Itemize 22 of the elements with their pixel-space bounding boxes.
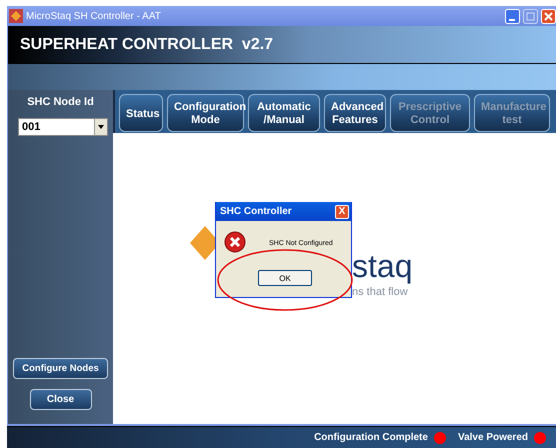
configure-nodes-button[interactable]: Configure Nodes (13, 358, 108, 379)
minimize-icon[interactable] (505, 8, 520, 24)
tab[interactable]: Status (119, 94, 163, 132)
logo-tagline: ns that flow (352, 286, 408, 298)
dialog-title: SHC Controller (220, 206, 292, 217)
close-button[interactable]: Close (30, 389, 92, 410)
tab[interactable]: Advanced Features (324, 94, 386, 132)
window-title: MicroStaq SH Controller - AAT (26, 10, 162, 22)
error-icon (224, 231, 246, 253)
node-id-dropdown[interactable]: 001 (18, 118, 108, 136)
tab[interactable]: Configuration Mode (167, 94, 244, 132)
app-icon (9, 9, 23, 23)
close-icon[interactable] (541, 8, 556, 24)
node-id-label: SHC Node Id (27, 96, 94, 108)
dropdown-arrow-icon (98, 125, 104, 129)
logo-wordmark: staq (352, 249, 412, 283)
status-label: Valve Powered (458, 432, 528, 443)
app-header-title: SUPERHEAT CONTROLLER v2.7 (19, 36, 274, 54)
tab[interactable]: Automatic /Manual (248, 94, 320, 132)
status-label: Configuration Complete (314, 432, 428, 443)
ok-button[interactable]: OK (258, 270, 312, 286)
dialog-close-button[interactable]: X (335, 204, 349, 218)
